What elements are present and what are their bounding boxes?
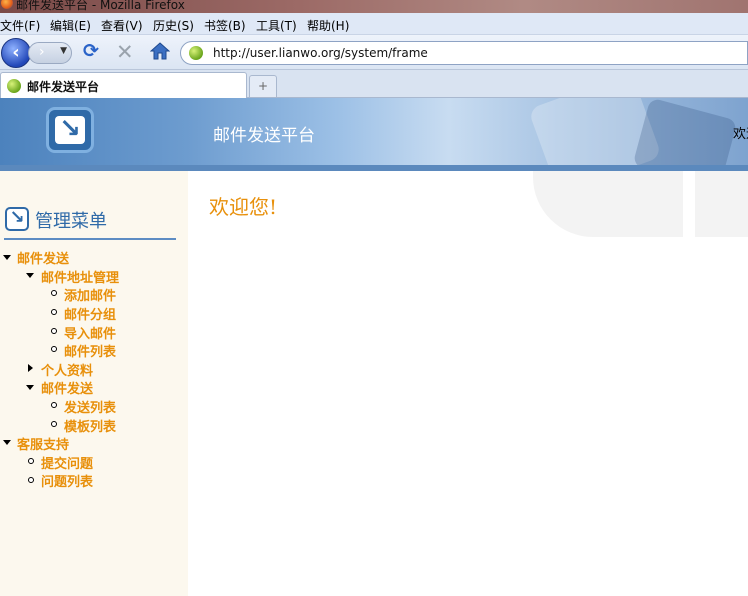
sidebar: ↘ 管理菜单 邮件发送 邮件地址管理 添加邮件 邮件分组 导入邮件 邮件列表 个… [0, 171, 188, 596]
bullet-icon [51, 421, 57, 427]
forward-button[interactable]: › ▼ [28, 42, 72, 64]
site-logo: ↘ [46, 107, 94, 153]
firefox-icon [1, 0, 13, 9]
header-welcome-text: 欢迎 [733, 127, 748, 142]
forward-icon: › [39, 44, 45, 60]
menu-item-add-mail[interactable]: 添加邮件 [64, 285, 116, 304]
menu-item-submit-issue[interactable]: 提交问题 [41, 453, 93, 472]
arrow-icon: ↘ [55, 116, 85, 144]
menu-item-mail-send-sub[interactable]: 邮件发送 [41, 378, 93, 397]
header-decoration [632, 98, 738, 165]
menu-view[interactable]: 查看(V) [101, 17, 143, 34]
url-bar[interactable]: http://user.lianwo.org/system/frame [180, 41, 748, 65]
bullet-icon [51, 346, 57, 352]
menu-arrow-icon: ↘ [5, 207, 29, 231]
window-title: 邮件发送平台 - Mozilla Firefox [16, 0, 185, 12]
menu-item-customer-support[interactable]: 客服支持 [17, 434, 69, 453]
site-favicon-icon [189, 46, 203, 60]
tab-label: 邮件发送平台 [27, 80, 100, 94]
home-icon[interactable] [150, 42, 170, 60]
expand-toggle-icon[interactable] [26, 385, 34, 390]
bullet-icon [51, 309, 57, 315]
menu-item-profile[interactable]: 个人资料 [41, 360, 93, 379]
bullet-icon [28, 458, 34, 464]
back-icon[interactable]: ‹ [1, 38, 31, 68]
site-title: 邮件发送平台 [213, 126, 315, 146]
bullet-icon [51, 290, 57, 296]
bullet-icon [51, 328, 57, 334]
collapse-toggle-icon[interactable] [28, 364, 33, 372]
menu-bookmarks[interactable]: 书签(B) [204, 17, 246, 34]
expand-toggle-icon[interactable] [3, 440, 11, 445]
menu-divider [4, 238, 176, 240]
site-header: ↘ 邮件发送平台 欢迎 [0, 98, 748, 165]
new-tab-button[interactable]: + [249, 75, 277, 97]
menu-item-mail-groups[interactable]: 邮件分组 [64, 304, 116, 323]
menu-edit[interactable]: 编辑(E) [50, 17, 91, 34]
menu-item-mail-send[interactable]: 邮件发送 [17, 248, 69, 267]
expand-toggle-icon[interactable] [26, 273, 34, 278]
reload-icon[interactable]: ⟳ [83, 40, 99, 62]
menu-heading: 管理菜单 [35, 211, 107, 232]
menu-file[interactable]: 文件(F) [0, 17, 40, 34]
menu-item-template-list[interactable]: 模板列表 [64, 416, 116, 435]
welcome-title: 欢迎您! [209, 195, 278, 219]
main-content: 欢迎您! [188, 171, 748, 596]
menu-history[interactable]: 历史(S) [153, 17, 194, 34]
url-text[interactable]: http://user.lianwo.org/system/frame [213, 46, 428, 60]
window-titlebar: 邮件发送平台 - Mozilla Firefox [0, 0, 748, 13]
bullet-icon [28, 477, 34, 483]
menu-item-address-management[interactable]: 邮件地址管理 [41, 267, 119, 286]
expand-toggle-icon[interactable] [3, 255, 11, 260]
menu-help[interactable]: 帮助(H) [307, 17, 349, 34]
menu-item-issue-list[interactable]: 问题列表 [41, 471, 93, 490]
background-watermark [533, 171, 683, 237]
menu-item-send-list[interactable]: 发送列表 [64, 397, 116, 416]
menu-tools[interactable]: 工具(T) [256, 17, 297, 34]
bullet-icon [51, 402, 57, 408]
menu-item-import-mail[interactable]: 导入邮件 [64, 323, 116, 342]
menu-item-mail-list[interactable]: 邮件列表 [64, 341, 116, 360]
background-watermark [695, 171, 748, 237]
tab-favicon-icon [7, 79, 21, 93]
tab-mail-platform[interactable]: 邮件发送平台 [0, 72, 247, 98]
tab-strip: 邮件发送平台 + [0, 70, 748, 98]
chevron-down-icon[interactable]: ▼ [60, 46, 67, 56]
stop-icon[interactable]: ✕ [116, 40, 134, 64]
menu-bar: 文件(F) 编辑(E) 查看(V) 历史(S) 书签(B) 工具(T) 帮助(H… [0, 13, 748, 35]
